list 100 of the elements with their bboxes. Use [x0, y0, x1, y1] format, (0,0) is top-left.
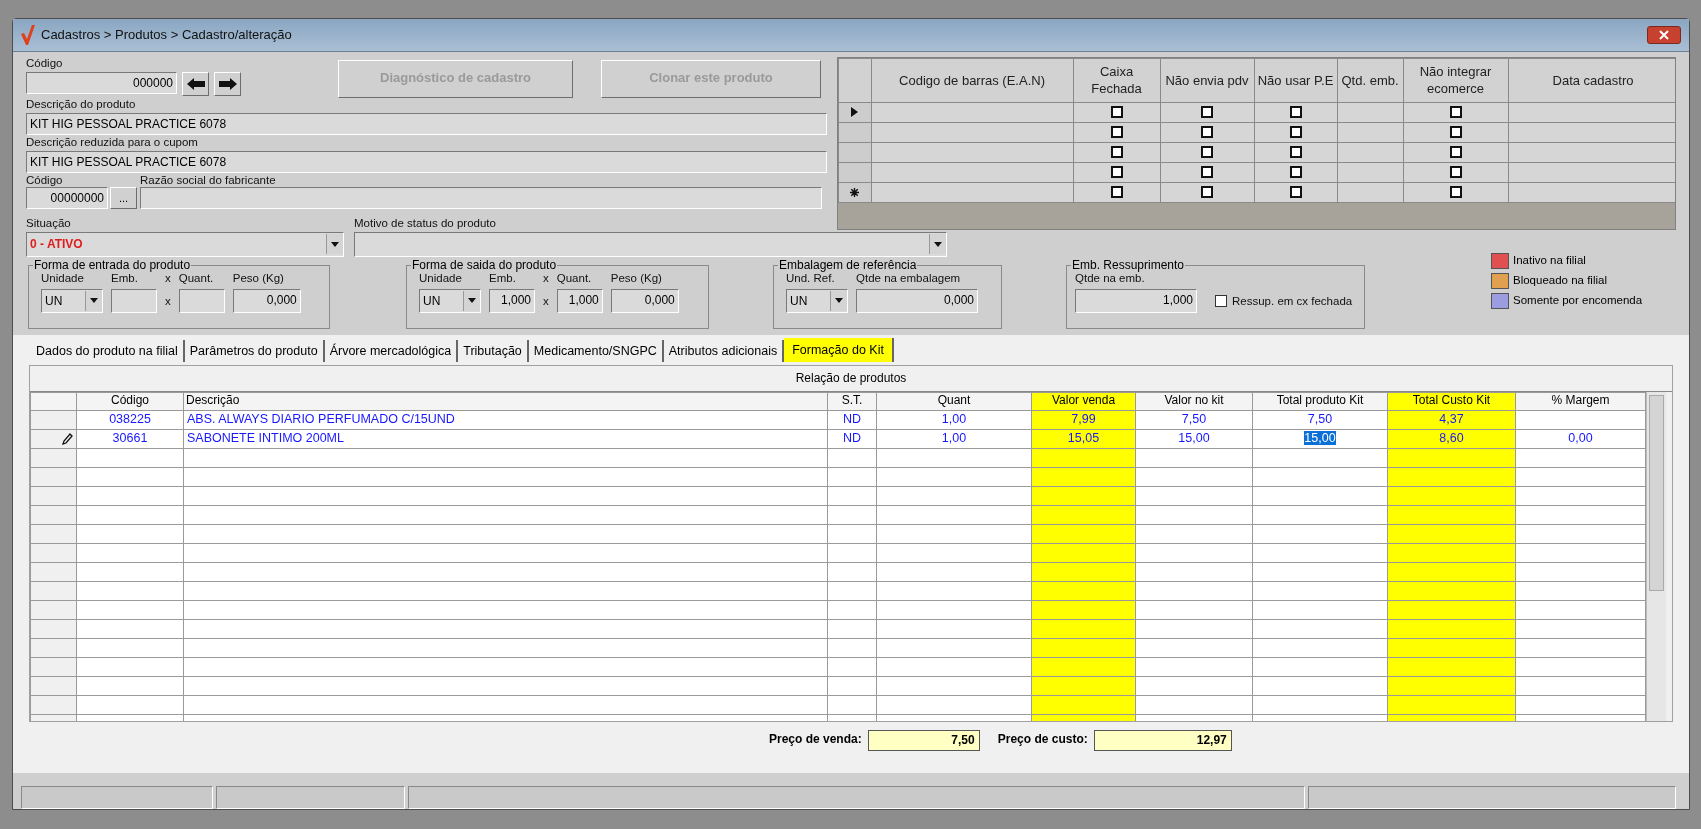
dropdown[interactable]: UN: [41, 288, 103, 313]
dropdown[interactable]: [354, 231, 947, 257]
group-title: Forma de saida do produto: [411, 258, 558, 272]
input-field[interactable]: KIT HIG PESSOAL PRACTICE 6078: [26, 150, 827, 173]
checkbox[interactable]: [1110, 186, 1123, 199]
dropdown-value: UN: [790, 292, 809, 310]
input-field[interactable]: 1,000: [1075, 288, 1197, 313]
input-field[interactable]: 00000000: [26, 186, 108, 209]
checkbox[interactable]: [1215, 295, 1227, 308]
field-label: Und. Ref.: [786, 271, 835, 285]
checkbox[interactable]: [1289, 106, 1302, 119]
caret-icon: [934, 241, 942, 247]
checkbox[interactable]: [1289, 186, 1302, 199]
input-field[interactable]: 1,000: [489, 288, 535, 313]
total-label: Preço de custo:: [997, 733, 1088, 748]
legend-label: Somente por encomenda: [1513, 294, 1643, 308]
input-field[interactable]: [178, 288, 225, 313]
field-label: Peso (Kg): [610, 271, 663, 285]
browse-button[interactable]: ...: [110, 186, 137, 209]
field-label: Unidade: [41, 271, 85, 285]
checkbox[interactable]: [1110, 166, 1123, 179]
field-label: x: [543, 271, 549, 285]
table-cell: 7,99: [1071, 412, 1096, 427]
checkbox[interactable]: [1201, 146, 1213, 159]
input-field[interactable]: KIT HIG PESSOAL PRACTICE 6078: [26, 112, 827, 135]
input-field[interactable]: [140, 186, 822, 209]
column-header: Codigo de barras (E.A.N): [871, 58, 1073, 103]
checkbox[interactable]: [1289, 166, 1302, 179]
input-field[interactable]: 000000: [26, 71, 177, 94]
dropdown-value: UN: [423, 292, 442, 310]
dropdown[interactable]: UN: [419, 288, 481, 313]
close-button[interactable]: [1647, 25, 1681, 44]
times-sign: x: [165, 293, 171, 309]
dropdown[interactable]: UN: [786, 288, 848, 313]
table-cell: 1,00: [941, 412, 967, 427]
group-title: Embalagem de referência: [778, 258, 918, 272]
input-field[interactable]: 1,000: [556, 288, 603, 313]
checkbox[interactable]: [1110, 106, 1123, 119]
field-label: Unidade: [419, 271, 463, 285]
table-cell: 15,05: [1067, 431, 1100, 446]
caret-icon: [835, 298, 843, 304]
column-header: Total produto Kit: [1252, 392, 1388, 411]
field-label: Situação: [26, 216, 72, 230]
table-cell: 15,00: [1304, 431, 1336, 446]
previous-button[interactable]: [182, 71, 209, 96]
column-header: Valor venda: [1031, 392, 1136, 411]
table-cell: 8,60: [1439, 431, 1464, 446]
field-label: Peso (Kg): [232, 271, 285, 285]
input-field[interactable]: [111, 288, 157, 313]
tab[interactable]: Formação do Kit: [784, 337, 894, 362]
field-label: Descrição reduzida para o cupom: [26, 135, 199, 149]
checkbox[interactable]: [1201, 166, 1213, 179]
field-label: Código: [26, 56, 64, 70]
checkbox[interactable]: [1449, 126, 1462, 139]
field-label: x: [165, 271, 171, 285]
table-cell: 038225: [109, 412, 151, 427]
checkbox[interactable]: [1289, 126, 1302, 139]
input-field[interactable]: 0,000: [232, 288, 301, 313]
field-label: Quant.: [178, 271, 215, 285]
total-field[interactable]: 12,97: [1093, 729, 1232, 751]
table-cell: 4,37: [1439, 412, 1464, 427]
table-cell: 7,50: [1307, 412, 1333, 427]
table-cell: ND: [842, 412, 862, 427]
checkbox[interactable]: [1289, 146, 1302, 159]
checkbox[interactable]: [1201, 186, 1213, 199]
input-field[interactable]: 0,000: [610, 288, 679, 313]
field-label: Qtde na embalagem: [856, 271, 962, 285]
row-pointer-icon: [851, 107, 858, 118]
column-header: % Margem: [1515, 392, 1646, 411]
checkbox[interactable]: [1110, 146, 1123, 159]
caret-icon: [468, 298, 476, 304]
window-title: Cadastros > Produtos > Cadastro/alteração: [41, 27, 292, 43]
column-header: Código: [76, 392, 184, 411]
table-cell: ABS. ALWAYS DIARIO PERFUMADO C/15UND: [187, 412, 455, 427]
legend-label: Inativo na filial: [1513, 254, 1586, 268]
checkbox[interactable]: [1201, 106, 1213, 119]
column-header: S.T.: [827, 392, 877, 411]
checkbox[interactable]: [1201, 126, 1213, 139]
group-title: Emb. Ressuprimento: [1071, 258, 1186, 272]
checkbox[interactable]: [1449, 106, 1462, 119]
field-label: Quant.: [556, 271, 593, 285]
dropdown-value: 0 - ATIVO: [30, 236, 84, 254]
times-sign: x: [543, 293, 549, 309]
checkbox[interactable]: [1449, 186, 1462, 199]
total-field[interactable]: 7,50: [867, 729, 980, 751]
scrollbar[interactable]: [1646, 391, 1666, 721]
checkbox[interactable]: [1449, 146, 1462, 159]
table-cell: ND: [842, 431, 862, 446]
column-header: Não usar P.E: [1254, 58, 1337, 103]
next-button[interactable]: [214, 71, 241, 96]
field-label: Razão social do fabricante: [140, 173, 277, 187]
column-header: Qtd. emb.: [1337, 58, 1403, 103]
checkbox[interactable]: [1449, 166, 1462, 179]
checkbox[interactable]: [1110, 126, 1123, 139]
checkbox-label: Ressup. em cx fechada: [1232, 294, 1353, 308]
column-header: Quant: [876, 392, 1032, 411]
asterisk-icon: [850, 187, 859, 197]
group-title: Forma de entrada do produto: [33, 258, 192, 272]
input-field[interactable]: 0,000: [856, 288, 978, 313]
right-arrow-icon: [218, 77, 237, 90]
